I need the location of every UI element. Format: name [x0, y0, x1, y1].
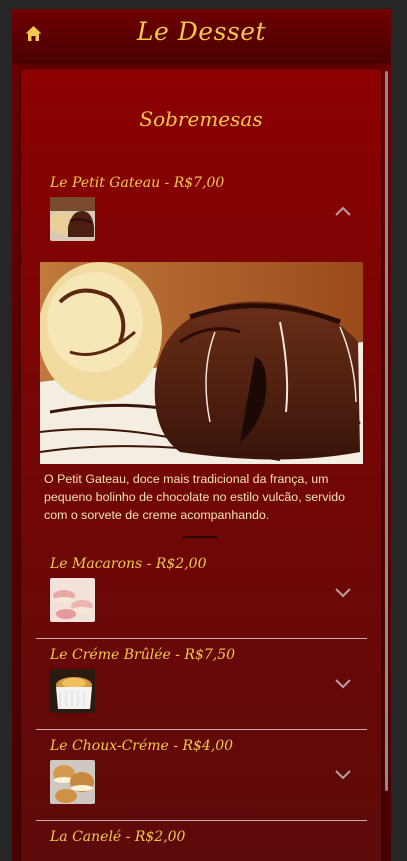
menu-item-petit-gateau[interactable]: Le Petit Gateau - R$7,00: [36, 175, 366, 255]
menu-item-creme-brulee[interactable]: Le Créme Brûlée - R$7,50: [36, 647, 366, 727]
menu-item-canele[interactable]: La Canelé - R$2,00: [36, 829, 366, 861]
menu-card: Sobremesas Le Petit Gateau - R$7,00 O Pe…: [21, 69, 381, 861]
chevron-down-icon[interactable]: [334, 677, 352, 689]
macarons-thumbnail: [50, 578, 95, 622]
app-frame: Le Desset Sobremesas Le Petit Gateau - R…: [12, 9, 391, 861]
petit-gateau-thumbnail: [50, 197, 95, 241]
scrollbar[interactable]: [385, 71, 388, 791]
description-divider: [183, 536, 217, 538]
menu-item-choux-creme[interactable]: Le Choux-Créme - R$4,00: [36, 738, 366, 818]
menu-item-title: Le Choux-Créme - R$4,00: [50, 738, 234, 754]
menu-item-title: La Canelé - R$2,00: [50, 829, 186, 845]
choux-creme-thumbnail: [50, 760, 95, 804]
creme-brulee-thumbnail: [50, 669, 95, 713]
menu-item-title: Le Créme Brûlée - R$7,50: [50, 647, 236, 663]
item-divider: [36, 820, 367, 821]
chevron-up-icon[interactable]: [334, 205, 352, 217]
menu-item-title: Le Petit Gateau - R$7,00: [50, 175, 225, 191]
menu-item-title: Le Macarons - R$2,00: [50, 556, 207, 572]
item-divider: [36, 638, 367, 639]
top-app-bar: Le Desset: [12, 9, 391, 61]
section-title: Sobremesas: [139, 107, 263, 131]
petit-gateau-photo: [40, 262, 363, 464]
chevron-down-icon[interactable]: [334, 586, 352, 598]
app-title: Le Desset: [136, 17, 267, 46]
menu-item-macarons[interactable]: Le Macarons - R$2,00: [36, 556, 366, 636]
item-divider: [36, 729, 367, 730]
chevron-down-icon[interactable]: [334, 768, 352, 780]
petit-gateau-description: O Petit Gateau, doce mais tradicional da…: [44, 472, 346, 522]
